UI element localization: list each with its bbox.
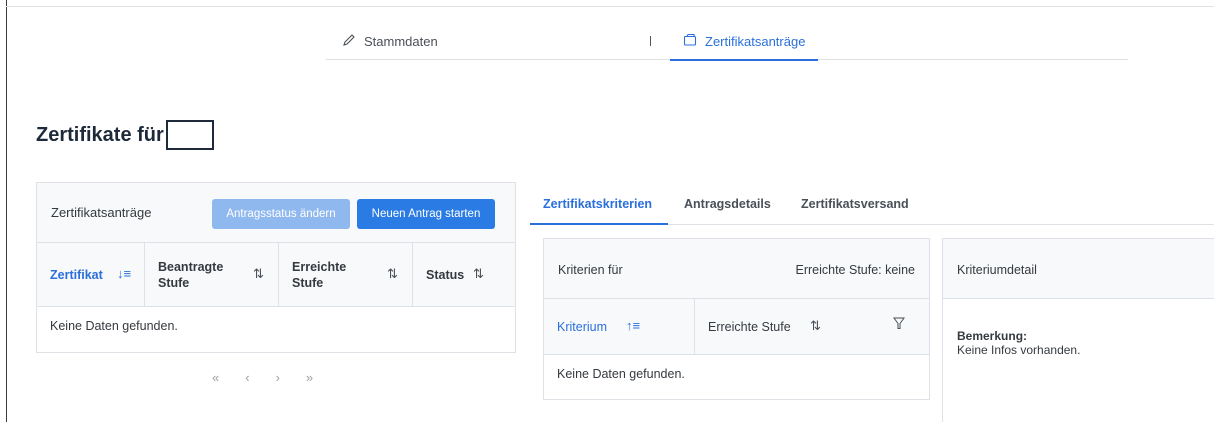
detail-title: Kriteriumdetail bbox=[957, 263, 1037, 277]
table-header: Zertifikat ↓≡ Beantragte Stufe ⇅ Erreicht… bbox=[37, 243, 515, 307]
new-application-button[interactable]: Neuen Antrag starten bbox=[357, 199, 495, 229]
folder-icon bbox=[683, 33, 697, 50]
first-page-button[interactable]: « bbox=[212, 370, 219, 385]
remark-label: Bemerkung: bbox=[957, 329, 1028, 343]
empty-message: Keine Daten gefunden. bbox=[50, 319, 178, 333]
zertifikatsantraege-panel: Zertifikatsanträge Antragsstatus ändern … bbox=[36, 182, 516, 353]
window-top-border bbox=[6, 6, 1214, 7]
next-page-button[interactable]: › bbox=[276, 370, 280, 385]
tab-label: Stammdaten bbox=[364, 33, 438, 49]
prev-page-button[interactable]: ‹ bbox=[245, 370, 249, 385]
page-title: Zertifikate für bbox=[36, 120, 214, 150]
column-label: Zertifikat bbox=[50, 267, 103, 282]
sort-asc-icon: ↑≡ bbox=[626, 318, 641, 333]
tab-zertifikatskriterien[interactable]: Zertifikatskriterien bbox=[543, 197, 652, 211]
remark-value: Keine Infos vorhanden. bbox=[957, 343, 1081, 357]
empty-message: Keine Daten gefunden. bbox=[557, 367, 685, 381]
paginator: « ‹ › » bbox=[212, 370, 313, 385]
panel-title: Zertifikatsanträge bbox=[51, 205, 152, 220]
sort-icon: ⇅ bbox=[473, 266, 484, 281]
detail-body: Bemerkung: Keine Infos vorhanden. bbox=[943, 299, 1214, 387]
last-page-button[interactable]: » bbox=[306, 370, 313, 385]
panel-header: Kriteriumdetail bbox=[943, 239, 1214, 299]
column-label: Status bbox=[426, 267, 465, 282]
achieved-level-label: Erreichte Stufe: keine bbox=[795, 263, 915, 277]
criteria-title: Kriterien für bbox=[558, 263, 623, 277]
column-erreichte-stufe[interactable]: Erreichte Stufe ⇅ bbox=[695, 299, 929, 354]
redacted-name-box bbox=[165, 120, 214, 150]
kriterien-panel: Kriterien für Erreichte Stufe: keine Kri… bbox=[543, 238, 930, 400]
column-label: Beantragte Stufe bbox=[158, 259, 224, 290]
column-beantragte-stufe[interactable]: Beantragte Stufe ⇅ bbox=[145, 243, 279, 306]
column-status[interactable]: Status ⇅ bbox=[413, 243, 515, 306]
tab-label: Zertifikatsanträge bbox=[705, 33, 806, 49]
tab-zertifikatsantraege[interactable]: Zertifikatsanträge bbox=[670, 22, 819, 61]
column-label: Kriterium bbox=[557, 319, 608, 334]
sort-desc-icon: ↓≡ bbox=[117, 266, 132, 281]
top-navigation: Stammdaten Zertifikatsanträge bbox=[326, 22, 1128, 61]
pencil-icon bbox=[342, 33, 356, 50]
panel-header: Kriterien für Erreichte Stufe: keine bbox=[544, 239, 929, 299]
active-tab-indicator bbox=[530, 223, 668, 225]
column-label: Erreichte Stufe bbox=[708, 319, 791, 334]
detail-tabs: Zertifikatskriterien Antragsdetails Zert… bbox=[530, 182, 1214, 225]
sort-icon: ⇅ bbox=[810, 318, 821, 333]
tab-stammdaten[interactable]: Stammdaten bbox=[342, 22, 438, 60]
panel-header: Zertifikatsanträge Antragsstatus ändern … bbox=[37, 183, 515, 243]
sort-icon: ⇅ bbox=[387, 266, 398, 281]
kriteriumdetail-panel: Kriteriumdetail Bemerkung: Keine Infos v… bbox=[942, 238, 1214, 422]
tab-zertifikatsversand[interactable]: Zertifikatsversand bbox=[801, 197, 909, 211]
column-label: Erreichte Stufe bbox=[292, 259, 347, 290]
column-zertifikat[interactable]: Zertifikat ↓≡ bbox=[37, 243, 145, 306]
column-kriterium[interactable]: Kriterium ↑≡ bbox=[544, 299, 695, 354]
filter-icon[interactable] bbox=[893, 317, 905, 333]
column-erreichte-stufe[interactable]: Erreichte Stufe ⇅ bbox=[279, 243, 413, 306]
table-header: Kriterium ↑≡ Erreichte Stufe ⇅ bbox=[544, 299, 929, 355]
tab-antragsdetails[interactable]: Antragsdetails bbox=[684, 197, 771, 211]
sort-icon: ⇅ bbox=[253, 266, 264, 281]
change-status-button[interactable]: Antragsstatus ändern bbox=[212, 199, 350, 229]
page-title-text: Zertifikate für bbox=[36, 123, 164, 146]
tab-separator bbox=[650, 36, 651, 46]
window-left-border bbox=[6, 0, 7, 422]
